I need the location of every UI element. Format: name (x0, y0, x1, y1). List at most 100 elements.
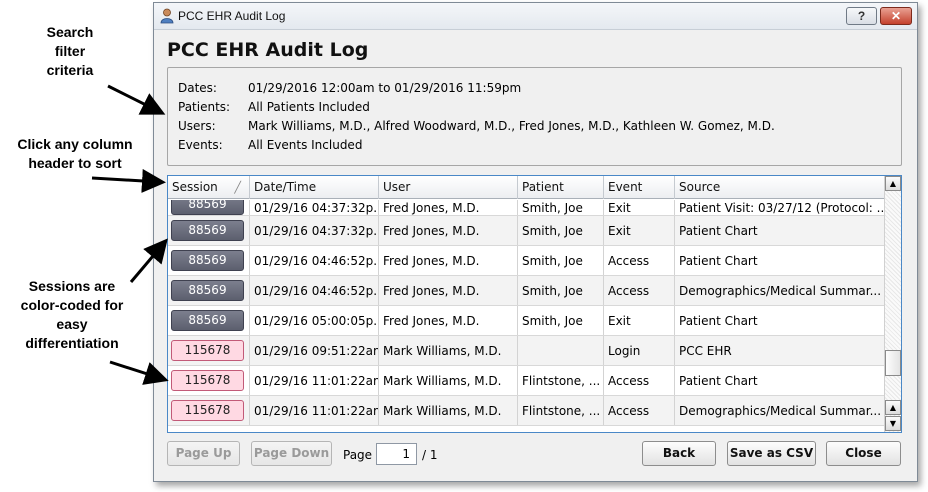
session-badge: 88569 (171, 200, 244, 215)
scroll-down-icon[interactable]: ▼ (885, 416, 901, 431)
audit-log-window: PCC EHR Audit Log ? ✕ PCC EHR Audit Log … (153, 2, 918, 482)
cell-event: Access (604, 396, 675, 425)
cell-source: Patient Chart (679, 254, 758, 268)
cell-source: Patient Chart (679, 374, 758, 388)
callout-column-sort: Click any column header to sort (2, 135, 148, 173)
cell-session: 88569 (168, 200, 250, 215)
cell-patient: Flintstone, ... (518, 396, 604, 425)
table-row[interactable]: 115678 01/29/16 09:51:22am Mark Williams, … (168, 336, 885, 366)
page-total: / 1 (422, 448, 438, 462)
callout-line: header to sort (28, 155, 122, 171)
close-icon[interactable]: ✕ (880, 7, 912, 25)
cell-source: Patient Chart (679, 224, 758, 238)
column-header-session[interactable]: Session ╱ (168, 176, 250, 199)
cell-session: 115678 (168, 336, 250, 365)
cell-source: Demographics/Medical Summar... (679, 404, 882, 418)
arrow-to-session-header (91, 168, 166, 193)
cell-datetime: 01/29/16 11:01:22am (250, 396, 379, 425)
cell-event: Login (604, 336, 675, 365)
cell-datetime: 01/29/16 04:37:32p... (250, 216, 379, 245)
column-header-user[interactable]: User (379, 176, 518, 199)
table-header: Session ╱ Date/Time User Patient Event S… (168, 176, 885, 199)
filter-value: Mark Williams, M.D., Alfred Woodward, M.… (248, 119, 775, 133)
cell-datetime: 01/29/16 04:46:52p... (250, 276, 379, 305)
page-label: Page (343, 448, 373, 462)
cell-user: Mark Williams, M.D. (379, 396, 518, 425)
column-header-label: Session (172, 180, 218, 194)
page-title: PCC EHR Audit Log (167, 39, 369, 61)
cell-user: Fred Jones, M.D. (379, 216, 518, 245)
cell-session: 88569 (168, 246, 250, 275)
table-row[interactable]: 88569 01/29/16 05:00:05p... Fred Jones, M.… (168, 306, 885, 336)
cell-event: Access (604, 246, 675, 275)
page-number-input[interactable]: 1 (376, 443, 417, 465)
cell-source: Patient Visit: 03/27/12 (Protocol: ... (679, 201, 885, 215)
column-header-patient[interactable]: Patient (518, 176, 604, 199)
cell-patient: Smith, Joe (518, 276, 604, 305)
cell-user: Fred Jones, M.D. (379, 246, 518, 275)
audit-table: Session ╱ Date/Time User Patient Event S… (167, 175, 902, 433)
cell-event: Exit (604, 216, 675, 245)
callout-line: Click any column (17, 136, 133, 152)
cell-user: Fred Jones, M.D. (379, 276, 518, 305)
cell-datetime: 01/29/16 05:00:05p... (250, 306, 379, 335)
page-down-button[interactable]: Page Down (251, 441, 332, 466)
session-badge: 88569 (171, 250, 244, 271)
cell-datetime: 01/29/16 09:51:22am (250, 336, 379, 365)
user-icon (160, 8, 174, 24)
cell-patient: Smith, Joe (518, 246, 604, 275)
table-row[interactable]: 88569 01/29/16 04:46:52p... Fred Jones, M.… (168, 246, 885, 276)
session-badge: 88569 (171, 280, 244, 301)
save-as-csv-button[interactable]: Save as CSV (727, 441, 816, 466)
window-title: PCC EHR Audit Log (178, 9, 286, 23)
callout-line: easy (56, 316, 88, 332)
cell-user: Fred Jones, M.D. (379, 200, 518, 215)
callout-line: Sessions are (28, 278, 116, 294)
callout-line: criteria (46, 62, 94, 78)
table-row[interactable]: 88569 01/29/16 04:37:32p... Fred Jones, M.… (168, 216, 885, 246)
cell-event: Exit (604, 306, 675, 335)
cell-source: PCC EHR (679, 344, 732, 358)
table-row[interactable]: 115678 01/29/16 11:01:22am Mark Williams, … (168, 366, 885, 396)
filter-value: All Patients Included (248, 100, 370, 114)
session-badge: 88569 (171, 310, 244, 331)
table-row[interactable]: 88569 01/29/16 04:37:32p... Fred Jones, M.… (168, 200, 885, 216)
column-header-event[interactable]: Event (604, 176, 675, 199)
cell-source: Demographics/Medical Summar... (679, 284, 882, 298)
scroll-up-icon[interactable]: ▲ (885, 400, 901, 415)
filter-label: Dates: (178, 81, 217, 95)
cell-user: Fred Jones, M.D. (379, 306, 518, 335)
cell-source: Patient Chart (679, 314, 758, 328)
scroll-up-icon[interactable]: ▲ (885, 176, 901, 191)
cell-patient: Smith, Joe (518, 306, 604, 335)
cell-user: Mark Williams, M.D. (379, 366, 518, 395)
cell-session: 115678 (168, 366, 250, 395)
callout-session-colors: Sessions are color-coded for easy differ… (2, 277, 142, 353)
cell-datetime: 01/29/16 11:01:22am (250, 366, 379, 395)
column-header-source[interactable]: Source (675, 176, 885, 199)
cell-patient: Smith, Joe (518, 216, 604, 245)
cell-patient: Flintstone, ... (518, 366, 604, 395)
filter-label: Patients: (178, 100, 231, 114)
vertical-scrollbar[interactable]: ▲ ▲ ▼ (884, 176, 901, 432)
help-button[interactable]: ? (846, 7, 877, 25)
cell-datetime: 01/29/16 04:37:32p... (250, 200, 379, 215)
cell-patient (518, 336, 604, 365)
callout-line: filter (54, 43, 86, 59)
table-row[interactable]: 115678 01/29/16 11:01:22am Mark Williams, … (168, 396, 885, 426)
back-button[interactable]: Back (642, 441, 716, 466)
cell-event: Access (604, 276, 675, 305)
scrollbar-thumb[interactable] (885, 350, 901, 376)
title-bar[interactable]: PCC EHR Audit Log ? ✕ (154, 3, 917, 30)
cell-session: 88569 (168, 276, 250, 305)
cell-event: Exit (604, 200, 675, 215)
cell-patient: Smith, Joe (518, 200, 604, 215)
close-button[interactable]: Close (826, 441, 901, 466)
page-up-button[interactable]: Page Up (167, 441, 240, 466)
column-header-datetime[interactable]: Date/Time (250, 176, 379, 199)
callout-line: Search (46, 24, 94, 40)
filter-value: All Events Included (248, 138, 363, 152)
cell-session: 115678 (168, 396, 250, 425)
callout-search-filter: Search filter criteria (24, 23, 116, 80)
table-row[interactable]: 88569 01/29/16 04:46:52p... Fred Jones, M.… (168, 276, 885, 306)
